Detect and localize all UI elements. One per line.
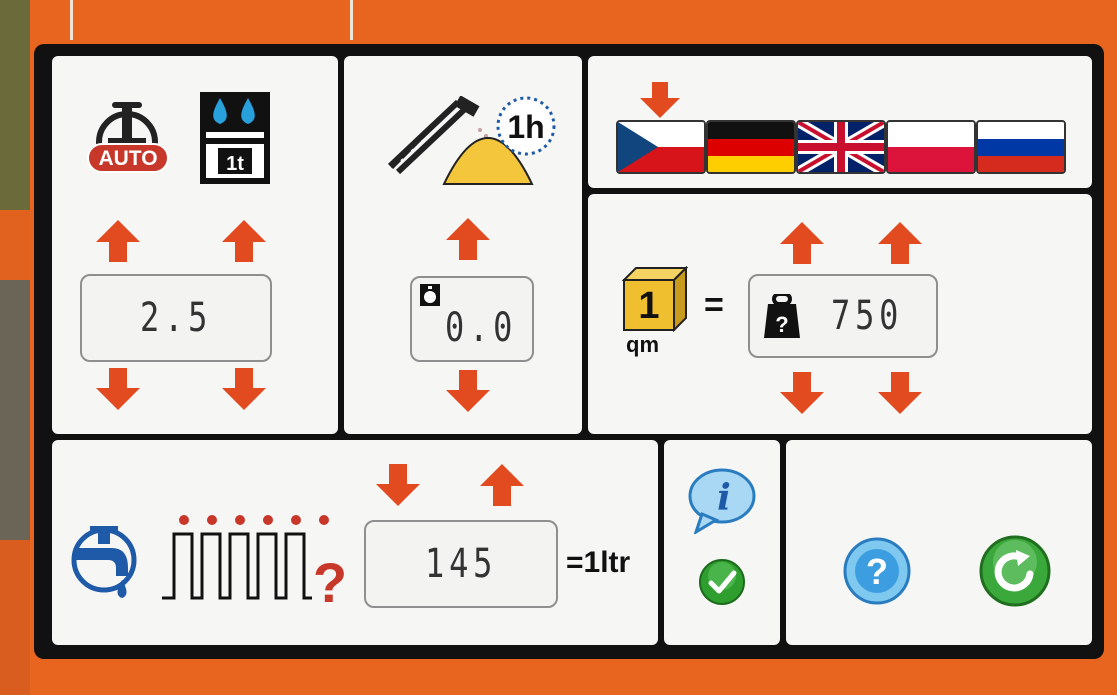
auto-badge-text: AUTO: [98, 147, 157, 170]
timer-badge-text: 1h: [507, 109, 544, 145]
flow-rate-value: 2.5: [139, 295, 213, 341]
auto-valve-icon[interactable]: AUTO: [82, 96, 192, 186]
refresh-icon[interactable]: [978, 534, 1052, 608]
info-icon[interactable]: i: [686, 466, 756, 534]
increase-calibration-left-arrow[interactable]: [778, 220, 826, 266]
volume-unit-label: qm: [626, 332, 659, 357]
decrease-calibration-left-arrow[interactable]: [778, 370, 826, 416]
timer-value: 0.0: [444, 305, 517, 351]
spread-timer-panel: 1h 0.0: [344, 56, 582, 434]
flag-polish-button[interactable]: [886, 120, 976, 174]
flag-russian-button[interactable]: [976, 120, 1066, 174]
equals-sign: =: [704, 286, 724, 324]
weight-question-mark: ?: [775, 312, 788, 337]
decrease-calibration-right-arrow[interactable]: [876, 370, 924, 416]
device-screen: AUTO 1t 2.5 1h 0.0 1 qm = ? 750 ? 145 =1…: [34, 44, 1104, 659]
water-tap-icon: [71, 526, 137, 598]
flow-meter-panel: ? 145 =1ltr: [52, 440, 658, 645]
calibration-panel: 1 qm = ? 750: [588, 194, 1092, 434]
help-icon-letter: ?: [866, 551, 888, 592]
spreader-heap-icon[interactable]: 1h: [384, 96, 564, 186]
weight-drops-icon[interactable]: 1t: [200, 92, 270, 184]
pulse-count-display[interactable]: 145: [364, 520, 558, 608]
increase-calibration-right-arrow[interactable]: [876, 220, 924, 266]
pulse-counter-icon: ?: [162, 515, 347, 610]
weight-question-icon: ?: [764, 294, 800, 338]
weight-badge-text: 1t: [226, 153, 244, 175]
decrease-timer-arrow[interactable]: [444, 368, 492, 414]
flow-rate-display[interactable]: 2.5: [80, 274, 272, 362]
timer-display[interactable]: 0.0: [410, 276, 534, 362]
help-icon[interactable]: ?: [842, 536, 912, 606]
stopwatch-icon: [420, 284, 440, 306]
background-stripe: [350, 0, 353, 40]
info-panel: i: [664, 440, 780, 645]
flag-czech-button[interactable]: [616, 120, 706, 174]
pulse-count-value: 145: [424, 541, 498, 587]
pulse-question-mark: ?: [313, 551, 347, 610]
language-panel: [588, 56, 1092, 188]
per-liter-label: =1ltr: [566, 546, 631, 579]
help-panel: ?: [786, 440, 1092, 645]
decrease-right-arrow[interactable]: [220, 366, 268, 412]
increase-pulses-arrow[interactable]: [478, 462, 526, 508]
flag-english-button[interactable]: [796, 120, 886, 174]
cube-volume-icon: 1: [622, 266, 688, 332]
decrease-pulses-arrow[interactable]: [374, 462, 422, 508]
increase-timer-arrow[interactable]: [444, 216, 492, 262]
flag-german-button[interactable]: [706, 120, 796, 174]
decrease-left-arrow[interactable]: [94, 366, 142, 412]
background-left: [0, 0, 30, 695]
selected-language-arrow: [640, 82, 680, 118]
background-stripe: [70, 0, 73, 40]
calibration-weight-display[interactable]: ? 750: [748, 274, 938, 358]
cube-number: 1: [638, 285, 659, 327]
increase-left-arrow[interactable]: [94, 218, 142, 264]
confirm-check-icon[interactable]: [698, 558, 746, 606]
calibration-weight-value: 750: [830, 293, 903, 339]
increase-right-arrow[interactable]: [220, 218, 268, 264]
auto-weight-panel: AUTO 1t 2.5: [52, 56, 338, 434]
info-icon-letter: i: [717, 477, 731, 519]
